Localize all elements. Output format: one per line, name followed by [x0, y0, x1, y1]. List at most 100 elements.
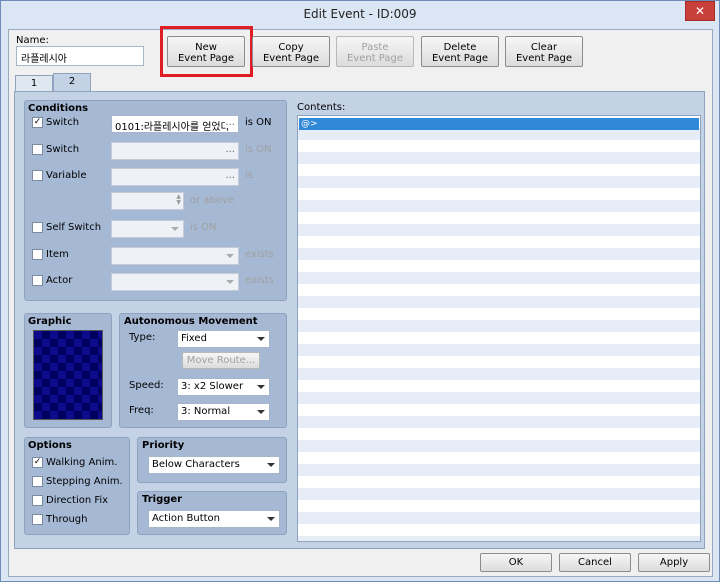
variable-ellipsis-icon: ... — [225, 170, 235, 181]
graphic-title: Graphic — [28, 316, 72, 327]
delete-event-page-button[interactable]: Delete Event Page — [421, 36, 499, 67]
priority-title: Priority — [142, 440, 185, 451]
variable-checkbox[interactable] — [32, 170, 43, 181]
priority-select[interactable]: Below Characters — [148, 456, 280, 474]
switch1-suffix: is ON — [245, 117, 272, 128]
stepper-arrows-icon: ▲ ▼ — [176, 193, 181, 206]
item-select[interactable] — [111, 247, 239, 265]
stepping-anim-label: Stepping Anim. — [46, 476, 123, 487]
paste-event-page-label-2: Event Page — [346, 53, 404, 64]
chevron-down-icon — [257, 337, 265, 341]
actor-label: Actor — [46, 275, 73, 286]
item-checkbox[interactable] — [32, 249, 43, 260]
clear-event-page-label-1: Clear — [530, 42, 558, 53]
chevron-down-icon — [257, 385, 265, 389]
variable-suffix: is — [245, 170, 253, 181]
graphic-preview-image[interactable] — [33, 330, 103, 420]
window-title: Edit Event - ID:009 — [303, 7, 417, 21]
priority-group: Priority Below Characters — [137, 437, 287, 483]
freq-label: Freq: — [129, 405, 154, 416]
trigger-title: Trigger — [142, 494, 183, 505]
graphic-group: Graphic — [24, 313, 112, 428]
chevron-down-icon — [267, 517, 275, 521]
direction-fix-label: Direction Fix — [46, 495, 109, 506]
cancel-button[interactable]: Cancel — [559, 553, 631, 572]
stepping-anim-checkbox[interactable] — [32, 476, 43, 487]
walking-anim-checkbox[interactable]: ✓ — [32, 457, 43, 468]
contents-label: Contents: — [297, 102, 346, 113]
speed-value: 3: x2 Slower — [181, 381, 244, 392]
self-switch-checkbox[interactable] — [32, 222, 43, 233]
switch1-checkbox[interactable]: ✓ — [32, 117, 43, 128]
variable-field[interactable]: ... — [111, 168, 239, 186]
variable-value-stepper[interactable]: ▲ ▼ — [111, 192, 184, 210]
through-checkbox[interactable] — [32, 514, 43, 525]
trigger-group: Trigger Action Button — [137, 491, 287, 535]
freq-select[interactable]: 3: Normal — [177, 403, 270, 421]
direction-fix-checkbox[interactable] — [32, 495, 43, 506]
tab-page-1[interactable]: 1 — [15, 75, 53, 92]
priority-value: Below Characters — [152, 459, 240, 470]
switch1-label: Switch — [46, 117, 80, 128]
list-item[interactable]: @> — [299, 118, 699, 130]
speed-select[interactable]: 3: x2 Slower — [177, 378, 270, 396]
actor-checkbox[interactable] — [32, 275, 43, 286]
freq-value: 3: Normal — [181, 406, 231, 417]
copy-event-page-label-2: Event Page — [262, 53, 320, 64]
type-value: Fixed — [181, 333, 207, 344]
move-route-button[interactable]: Move Route... — [182, 352, 260, 369]
delete-event-page-label-1: Delete — [443, 42, 477, 53]
chevron-down-icon — [267, 463, 275, 467]
copy-event-page-button[interactable]: Copy Event Page — [252, 36, 330, 67]
clear-event-page-label-2: Event Page — [515, 53, 573, 64]
dialog-body: Name: 라플레시아 New Event Page Copy Event Pa… — [8, 26, 713, 577]
new-event-page-button[interactable]: New Event Page — [167, 36, 245, 67]
self-switch-select[interactable] — [111, 220, 184, 238]
paste-event-page-button[interactable]: Paste Event Page — [336, 36, 414, 67]
switch1-field[interactable]: 0101:라플레시아를 얻었다 ... — [111, 115, 239, 133]
chevron-down-icon — [257, 410, 265, 414]
conditions-title: Conditions — [28, 103, 89, 114]
name-input[interactable]: 라플레시아 — [16, 46, 144, 66]
paste-event-page-label-1: Paste — [361, 42, 389, 53]
walking-anim-label: Walking Anim. — [46, 457, 118, 468]
switch2-field[interactable]: ... — [111, 142, 239, 160]
type-select[interactable]: Fixed — [177, 330, 270, 348]
item-label: Item — [46, 249, 69, 260]
actor-select[interactable] — [111, 273, 239, 291]
self-switch-suffix: is ON — [190, 222, 217, 233]
autonomous-movement-title: Autonomous Movement — [124, 316, 258, 327]
name-label: Name: — [16, 35, 49, 46]
close-icon[interactable]: ✕ — [685, 1, 715, 21]
switch2-checkbox[interactable] — [32, 144, 43, 155]
trigger-value: Action Button — [152, 513, 220, 524]
item-suffix: exists — [245, 249, 275, 260]
switch2-suffix: is ON — [245, 144, 272, 155]
variable-or-above: or above — [190, 195, 235, 206]
chevron-down-icon — [171, 227, 179, 231]
speed-label: Speed: — [129, 380, 164, 391]
switch2-label: Switch — [46, 144, 80, 155]
switch1-ellipsis-icon[interactable]: ... — [225, 117, 235, 128]
new-event-page-label-1: New — [195, 42, 217, 53]
tab-page-2[interactable]: 2 — [53, 73, 91, 92]
event-page-panel: Conditions ✓ Switch 0101:라플레시아를 얻었다 ... … — [14, 91, 705, 549]
ok-button[interactable]: OK — [480, 553, 552, 572]
delete-event-page-label-2: Event Page — [431, 53, 489, 64]
switch2-ellipsis-icon: ... — [225, 144, 235, 155]
contents-list[interactable]: @> — [297, 115, 701, 542]
apply-button[interactable]: Apply — [638, 553, 710, 572]
trigger-select[interactable]: Action Button — [148, 510, 280, 528]
self-switch-label: Self Switch — [46, 222, 102, 233]
new-event-page-label-2: Event Page — [177, 53, 235, 64]
type-label: Type: — [129, 332, 156, 343]
copy-event-page-label-1: Copy — [278, 42, 304, 53]
clear-event-page-button[interactable]: Clear Event Page — [505, 36, 583, 67]
title-bar[interactable]: Edit Event - ID:009 ✕ — [1, 1, 719, 29]
edit-event-window: Edit Event - ID:009 ✕ Name: 라플레시아 New Ev… — [0, 0, 720, 582]
options-group: Options ✓ Walking Anim. Stepping Anim. D… — [24, 437, 130, 535]
chevron-down-icon — [226, 280, 234, 284]
actor-suffix: exists — [245, 275, 275, 286]
options-title: Options — [28, 440, 72, 451]
through-label: Through — [46, 514, 88, 525]
